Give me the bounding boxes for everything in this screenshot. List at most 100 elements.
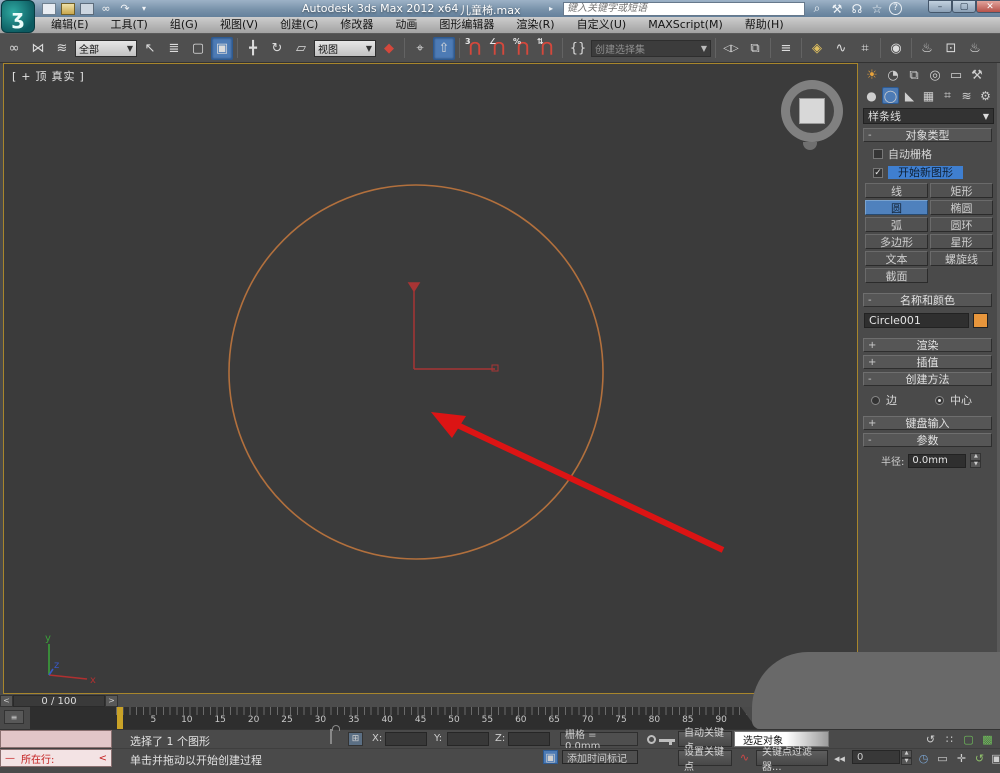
object-name-field[interactable]: Circle001 — [864, 313, 969, 328]
object-color-swatch[interactable] — [973, 313, 988, 328]
absolute-mode-icon[interactable]: ⊞ — [348, 732, 363, 746]
render-production-icon[interactable]: ♨ — [964, 37, 986, 60]
angle-snap-toggle-icon[interactable]: ⋂ ∠ — [488, 37, 510, 60]
menu-graph-editors[interactable]: 图形编辑器 — [428, 17, 505, 33]
mirror-icon[interactable]: ◁▷ — [720, 37, 742, 60]
snaps-toggle-icon[interactable]: ⋂ 3 — [464, 37, 486, 60]
tab-display-icon[interactable]: ▭ — [947, 66, 965, 84]
maxscript-mini-listener[interactable]: — 所在行: < — [0, 749, 112, 767]
orbit-icon[interactable]: ↺ — [971, 751, 988, 766]
rectangular-selection-region-icon[interactable]: ▢ — [187, 37, 209, 60]
curve-editor-icon[interactable]: ∿ — [830, 37, 852, 60]
edge-radio[interactable] — [871, 395, 880, 405]
menu-views[interactable]: 视图(V) — [209, 17, 269, 33]
subtab-lights-icon[interactable]: ◣ — [901, 87, 918, 104]
align-icon[interactable]: ⧉ — [744, 37, 766, 60]
current-frame-marker[interactable] — [117, 707, 123, 729]
x-coordinate-field[interactable] — [385, 732, 427, 746]
menu-modifiers[interactable]: 修改器 — [329, 17, 384, 33]
orbit-arc-icon[interactable]: ↺ — [922, 732, 939, 747]
shape-category-dropdown[interactable]: 样条线 ▼ — [863, 108, 994, 124]
menu-animation[interactable]: 动画 — [384, 17, 428, 33]
shape-donut-button[interactable]: 圆环 — [930, 217, 993, 232]
viewcube-top-face[interactable] — [799, 98, 825, 124]
center-radio[interactable] — [935, 395, 944, 405]
layer-manager-icon[interactable]: ≡ — [775, 37, 797, 60]
time-tag-icon[interactable]: ▣ — [543, 750, 558, 764]
select-and-scale-icon[interactable]: ▱ — [290, 37, 312, 60]
y-coordinate-field[interactable] — [447, 732, 489, 746]
key-filters-button[interactable]: 关键点过滤器... — [756, 747, 828, 773]
subtab-geometry-icon[interactable]: ● — [863, 87, 880, 104]
new-key-curve-icon[interactable]: ∿ — [736, 750, 753, 765]
named-selection-sets-dropdown[interactable]: 创建选择集 ▼ — [591, 39, 711, 57]
rollout-rendering[interactable]: + 渲染 — [863, 338, 992, 352]
shape-section-button[interactable]: 截面 — [865, 268, 928, 283]
shape-text-button[interactable]: 文本 — [865, 251, 928, 266]
unlink-selection-icon[interactable]: ⋈ — [27, 37, 49, 60]
new-file-icon[interactable] — [42, 2, 56, 15]
time-slider[interactable]: 0 / 100 — [13, 694, 105, 707]
search-input[interactable] — [563, 1, 805, 16]
set-key-button[interactable]: 设置关键点 — [678, 747, 732, 773]
shape-rectangle-button[interactable]: 矩形 — [930, 183, 993, 198]
zoom-extents-icon[interactable]: ▢ — [960, 732, 977, 747]
select-and-link-icon[interactable]: ∞ — [3, 37, 25, 60]
region-zoom-icon[interactable]: ▭ — [934, 751, 951, 766]
subtab-cameras-icon[interactable]: ▦ — [920, 87, 937, 104]
render-setup-icon[interactable]: ♨ — [916, 37, 938, 60]
tab-utilities-icon[interactable]: ⚒ — [968, 66, 986, 84]
rollout-keyboard-entry[interactable]: + 键盘输入 — [863, 416, 992, 430]
rollout-name-color[interactable]: - 名称和颜色 — [863, 293, 992, 307]
graphite-ribbon-icon[interactable]: ◈ — [806, 37, 828, 60]
qat-options-icon[interactable]: ▾ — [137, 3, 151, 15]
previous-key-icon[interactable]: ◀◀ — [831, 751, 848, 766]
spinner-snap-toggle-icon[interactable]: ⋂ ⇅ — [536, 37, 558, 60]
redo-icon[interactable]: ↷ — [118, 2, 132, 15]
selection-filter-dropdown[interactable]: 全部 ▼ — [75, 39, 137, 57]
subtab-spacewarps-icon[interactable]: ≋ — [958, 87, 975, 104]
rollout-parameters[interactable]: - 参数 — [863, 433, 992, 447]
search-icon[interactable]: ⌕ — [809, 1, 825, 16]
autogrid-checkbox[interactable] — [873, 149, 883, 159]
zoom-all-icon[interactable]: ∷ — [941, 732, 958, 747]
3dsmax-logo[interactable]: ʒ — [1, 0, 35, 33]
shape-helix-button[interactable]: 螺旋线 — [930, 251, 993, 266]
rollout-creation-method[interactable]: - 创建方法 — [863, 372, 992, 386]
radius-field[interactable]: 0.0mm — [908, 453, 967, 468]
previous-frame-arrow[interactable]: < — [0, 694, 13, 707]
shape-ellipse-button[interactable]: 椭圆 — [930, 200, 993, 215]
rendered-frame-window-icon[interactable]: ⊡ — [940, 37, 962, 60]
subscription-icon[interactable]: ⚒ — [829, 2, 845, 16]
bind-to-space-warp-icon[interactable]: ≋ — [51, 37, 73, 60]
tab-modify-icon[interactable]: ◔ — [884, 66, 902, 84]
favorites-star-icon[interactable]: ☆ — [869, 2, 885, 16]
shape-circle-button[interactable]: 圆 — [865, 200, 928, 215]
window-crossing-icon[interactable]: ▣ — [211, 36, 233, 60]
add-time-tag[interactable]: 添加时间标记 — [562, 750, 638, 765]
communication-icon[interactable]: ☊ — [849, 2, 865, 16]
select-and-rotate-icon[interactable]: ↻ — [266, 37, 288, 60]
maximize-button[interactable]: ▢ — [952, 0, 976, 13]
select-by-name-icon[interactable]: ≣ — [163, 37, 185, 60]
schematic-view-icon[interactable]: ⌗ — [854, 37, 876, 60]
tab-hierarchy-icon[interactable]: ⧉ — [905, 66, 923, 84]
save-file-icon[interactable] — [80, 2, 94, 15]
maximize-viewport-icon[interactable]: ▣ — [988, 751, 1000, 766]
maxscript-macro-recorder[interactable] — [0, 730, 112, 748]
next-frame-arrow[interactable]: > — [105, 694, 118, 707]
menu-help[interactable]: 帮助(H) — [734, 17, 795, 33]
trackbar-ruler[interactable]: 051015202530354045505560657075808590 — [30, 707, 757, 729]
selection-lock-icon[interactable] — [330, 729, 332, 744]
percent-snap-toggle-icon[interactable]: ⋂% — [512, 37, 534, 60]
use-pivot-point-center-icon[interactable]: ◆ — [378, 37, 400, 60]
subtab-shapes-icon[interactable]: ◯ — [882, 87, 899, 104]
subtab-helpers-icon[interactable]: ⌗ — [939, 87, 956, 104]
menu-customize[interactable]: 自定义(U) — [566, 17, 638, 33]
tab-create-icon[interactable]: ☀ — [863, 66, 881, 84]
menu-maxscript[interactable]: MAXScript(M) — [637, 17, 734, 33]
tab-motion-icon[interactable]: ◎ — [926, 66, 944, 84]
shape-arc-button[interactable]: 弧 — [865, 217, 928, 232]
start-new-shape-checkbox[interactable]: ✓ — [873, 167, 883, 178]
material-editor-icon[interactable]: ◉ — [885, 37, 907, 60]
